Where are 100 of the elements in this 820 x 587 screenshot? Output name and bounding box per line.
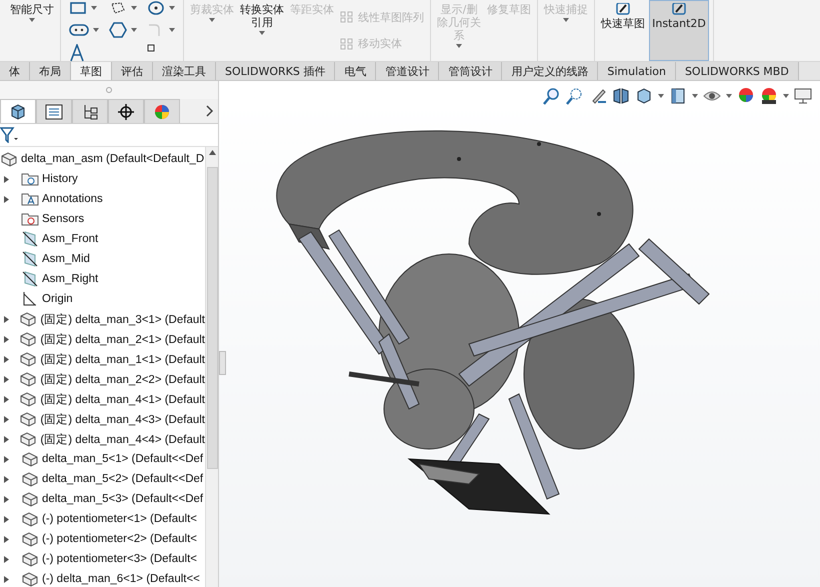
tree-item[interactable]: (固定) delta_man_3<1> (Default bbox=[40, 312, 205, 326]
panel-tab[interactable] bbox=[108, 99, 144, 123]
tree-item[interactable]: (固定) delta_man_2<2> (Default bbox=[40, 372, 205, 386]
ribbon-tab[interactable]: 草图 bbox=[71, 62, 112, 80]
expand-arrow-icon[interactable] bbox=[4, 196, 9, 202]
part-icon bbox=[21, 471, 39, 487]
caret-icon[interactable] bbox=[91, 6, 97, 10]
caret-icon[interactable] bbox=[93, 28, 99, 32]
expand-arrow-icon[interactable] bbox=[4, 456, 9, 462]
tree-item[interactable]: Annotations bbox=[42, 193, 103, 205]
ribbon-tab[interactable]: SOLIDWORKS MBD bbox=[676, 62, 799, 80]
part-icon bbox=[21, 491, 39, 507]
point-icon[interactable] bbox=[147, 44, 155, 52]
expand-arrow-icon[interactable] bbox=[4, 316, 9, 322]
expand-arrow-icon[interactable] bbox=[4, 376, 9, 382]
expand-arrow-icon[interactable] bbox=[4, 416, 9, 422]
tree-item[interactable]: Asm_Right bbox=[42, 273, 98, 285]
polygon-icon[interactable] bbox=[109, 0, 127, 14]
expand-arrow-icon[interactable] bbox=[4, 516, 9, 522]
tree-item[interactable]: (-) potentiometer<2> (Default< bbox=[42, 533, 198, 545]
tree-item[interactable]: Asm_Front bbox=[42, 233, 98, 245]
tree-item[interactable]: (固定) delta_man_4<3> (Default bbox=[40, 412, 205, 426]
part-icon bbox=[21, 451, 39, 467]
tree-item[interactable]: delta_man_asm (Default<Default_D bbox=[21, 153, 204, 165]
panel-tab[interactable] bbox=[36, 99, 72, 123]
expand-arrow-icon[interactable] bbox=[4, 576, 9, 582]
crosshair-icon bbox=[117, 104, 135, 120]
section-view-icon[interactable] bbox=[612, 87, 630, 105]
tree-item[interactable]: delta_man_5<1> (Default<<Def bbox=[42, 453, 204, 465]
ribbon-tab[interactable]: 布局 bbox=[30, 62, 71, 80]
grid-icon bbox=[340, 11, 354, 24]
expand-arrow-icon[interactable] bbox=[4, 556, 9, 562]
tree-item[interactable]: (固定) delta_man_4<4> (Default bbox=[40, 432, 205, 446]
expand-arrow-icon[interactable] bbox=[4, 436, 9, 442]
expand-arrow-icon[interactable] bbox=[4, 396, 9, 402]
caret-icon[interactable] bbox=[692, 94, 698, 98]
origin-icon bbox=[21, 291, 39, 307]
ribbon-tab[interactable]: 体 bbox=[0, 62, 30, 80]
sketch-icon bbox=[615, 3, 631, 15]
caret-icon[interactable] bbox=[726, 94, 732, 98]
caret-icon[interactable] bbox=[169, 6, 175, 10]
color-ball-icon[interactable] bbox=[737, 87, 755, 105]
expand-arrow-icon[interactable] bbox=[4, 496, 9, 502]
part-icon bbox=[19, 331, 38, 347]
expand-arrow-icon[interactable] bbox=[4, 176, 9, 182]
caret-icon[interactable] bbox=[259, 31, 265, 35]
part-icon bbox=[21, 571, 39, 587]
caret-icon[interactable] bbox=[131, 6, 137, 10]
slot-icon[interactable] bbox=[69, 24, 89, 36]
hexagon-icon[interactable] bbox=[109, 22, 127, 38]
ribbon-tab[interactable]: 管道设计 bbox=[376, 62, 440, 80]
panel-tab[interactable] bbox=[0, 99, 36, 123]
tree-item[interactable]: (-) potentiometer<3> (Default< bbox=[42, 553, 198, 565]
tree-item[interactable]: History bbox=[42, 173, 78, 185]
expand-arrow-icon[interactable] bbox=[4, 336, 9, 342]
cube-icon[interactable] bbox=[669, 87, 687, 105]
monitor-icon[interactable] bbox=[794, 88, 812, 104]
magnifier-icon[interactable] bbox=[566, 87, 584, 105]
tree-item[interactable]: delta_man_5<2> (Default<<Def bbox=[42, 473, 204, 485]
panel-tab[interactable] bbox=[72, 99, 108, 123]
tree-item[interactable]: Asm_Mid bbox=[42, 253, 90, 265]
scrollbar-thumb[interactable] bbox=[206, 167, 218, 469]
tree-item[interactable]: (-) delta_man_6<1> (Default<< bbox=[42, 573, 200, 585]
ribbon-button[interactable]: 转换实体引用 bbox=[238, 0, 286, 61]
grip-dot-icon[interactable] bbox=[106, 87, 112, 93]
expand-arrow-icon[interactable] bbox=[4, 476, 9, 482]
eye-icon[interactable] bbox=[703, 89, 721, 103]
caret-icon[interactable] bbox=[658, 94, 664, 98]
ribbon-tab[interactable]: 渲染工具 bbox=[153, 62, 216, 80]
tree-item[interactable]: (固定) delta_man_1<1> (Default bbox=[40, 352, 205, 366]
filter-icon[interactable] bbox=[0, 127, 20, 143]
ellipse-icon[interactable] bbox=[147, 0, 165, 16]
tree-item[interactable]: (固定) delta_man_4<1> (Default bbox=[40, 392, 205, 406]
caret-icon[interactable] bbox=[29, 18, 35, 22]
tree-item[interactable]: (-) potentiometer<1> (Default< bbox=[42, 513, 198, 525]
expand-arrow-icon[interactable] bbox=[4, 536, 9, 542]
ribbon-button[interactable]: 快速草图 bbox=[599, 0, 647, 61]
scroll-up-icon[interactable] bbox=[208, 150, 216, 155]
ribbon-tab[interactable]: 管筒设计 bbox=[439, 62, 502, 80]
expand-arrow-icon[interactable] bbox=[4, 356, 9, 362]
ribbon-tab[interactable]: 用户定义的线路 bbox=[502, 62, 598, 80]
tree-item[interactable]: Sensors bbox=[42, 213, 84, 225]
text-icon[interactable] bbox=[69, 44, 85, 62]
tree-item[interactable]: Origin bbox=[42, 293, 73, 305]
cube-icon[interactable] bbox=[635, 87, 653, 105]
ribbon-button[interactable]: 智能尺寸 bbox=[8, 0, 56, 61]
tree-item[interactable]: delta_man_5<3> (Default<<Def bbox=[42, 493, 204, 505]
ribbon-tab[interactable]: 电气 bbox=[335, 62, 376, 80]
ribbon-tab[interactable]: 评估 bbox=[112, 62, 153, 80]
color-ball-icon[interactable] bbox=[760, 87, 778, 105]
caret-icon[interactable] bbox=[783, 94, 789, 98]
ribbon-tab[interactable]: SOLIDWORKS 插件 bbox=[216, 62, 336, 80]
ribbon-button[interactable]: Instant2D bbox=[649, 0, 709, 61]
rectangle-icon[interactable] bbox=[69, 0, 87, 14]
chevron-right-icon[interactable] bbox=[206, 105, 214, 117]
caret-icon[interactable] bbox=[169, 28, 175, 32]
ribbon-tab[interactable]: Simulation bbox=[598, 62, 676, 80]
caret-icon[interactable] bbox=[131, 28, 137, 32]
tree-item[interactable]: (固定) delta_man_2<1> (Default bbox=[40, 332, 205, 346]
magnifier-icon[interactable] bbox=[543, 87, 561, 105]
